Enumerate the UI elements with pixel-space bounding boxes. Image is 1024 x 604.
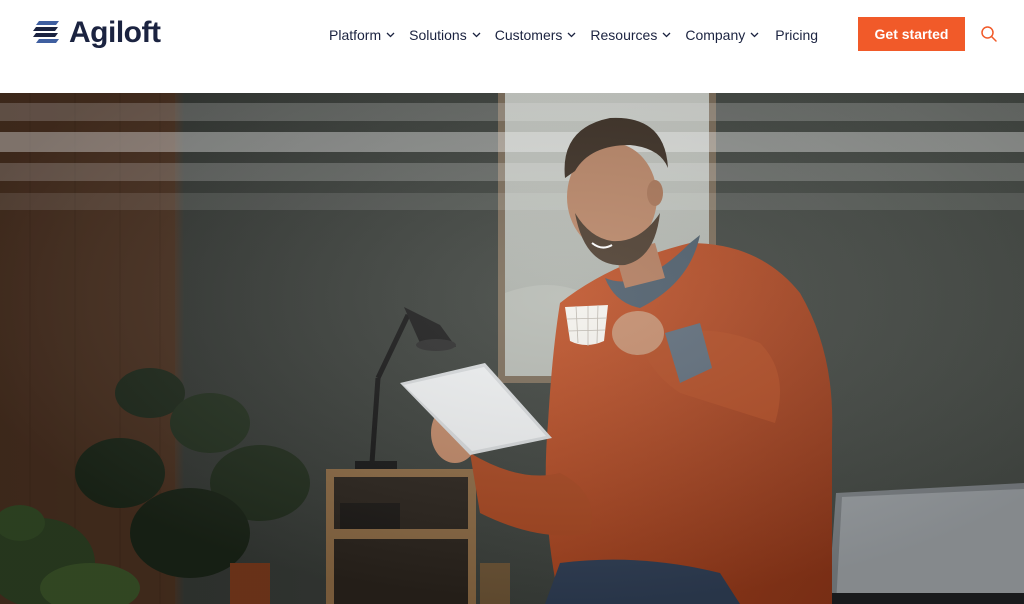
nav-item-label: Resources	[590, 27, 658, 43]
chevron-down-icon	[386, 32, 395, 38]
nav-item-company[interactable]: Company	[685, 27, 759, 43]
get-started-button[interactable]: Get started	[858, 17, 965, 51]
main-nav: Platform Solutions Customers Resources C…	[329, 24, 818, 46]
nav-item-resources[interactable]: Resources	[590, 27, 671, 43]
nav-item-label: Pricing	[775, 27, 819, 43]
nav-item-customers[interactable]: Customers	[495, 27, 577, 43]
brand-logo[interactable]: Agiloft	[33, 15, 161, 51]
nav-item-label: Customers	[494, 27, 563, 43]
hero-photo	[0, 93, 1024, 604]
site-header: Agiloft Platform Solutions Customers Res…	[0, 0, 1024, 93]
chevron-down-icon	[662, 32, 671, 38]
search-icon[interactable]	[980, 25, 998, 43]
chevron-down-icon	[472, 32, 481, 38]
brand-name: Agiloft	[69, 16, 161, 49]
nav-item-solutions[interactable]: Solutions	[409, 27, 481, 43]
nav-item-label: Platform	[329, 27, 382, 43]
stacked-stripes-logo-icon	[33, 21, 59, 43]
nav-item-label: Company	[685, 27, 746, 43]
nav-item-label: Solutions	[409, 27, 467, 43]
chevron-down-icon	[750, 32, 759, 38]
chevron-down-icon	[567, 32, 576, 38]
hero-image	[0, 93, 1024, 604]
nav-item-platform[interactable]: Platform	[329, 27, 395, 43]
nav-item-pricing[interactable]: Pricing	[775, 27, 818, 43]
